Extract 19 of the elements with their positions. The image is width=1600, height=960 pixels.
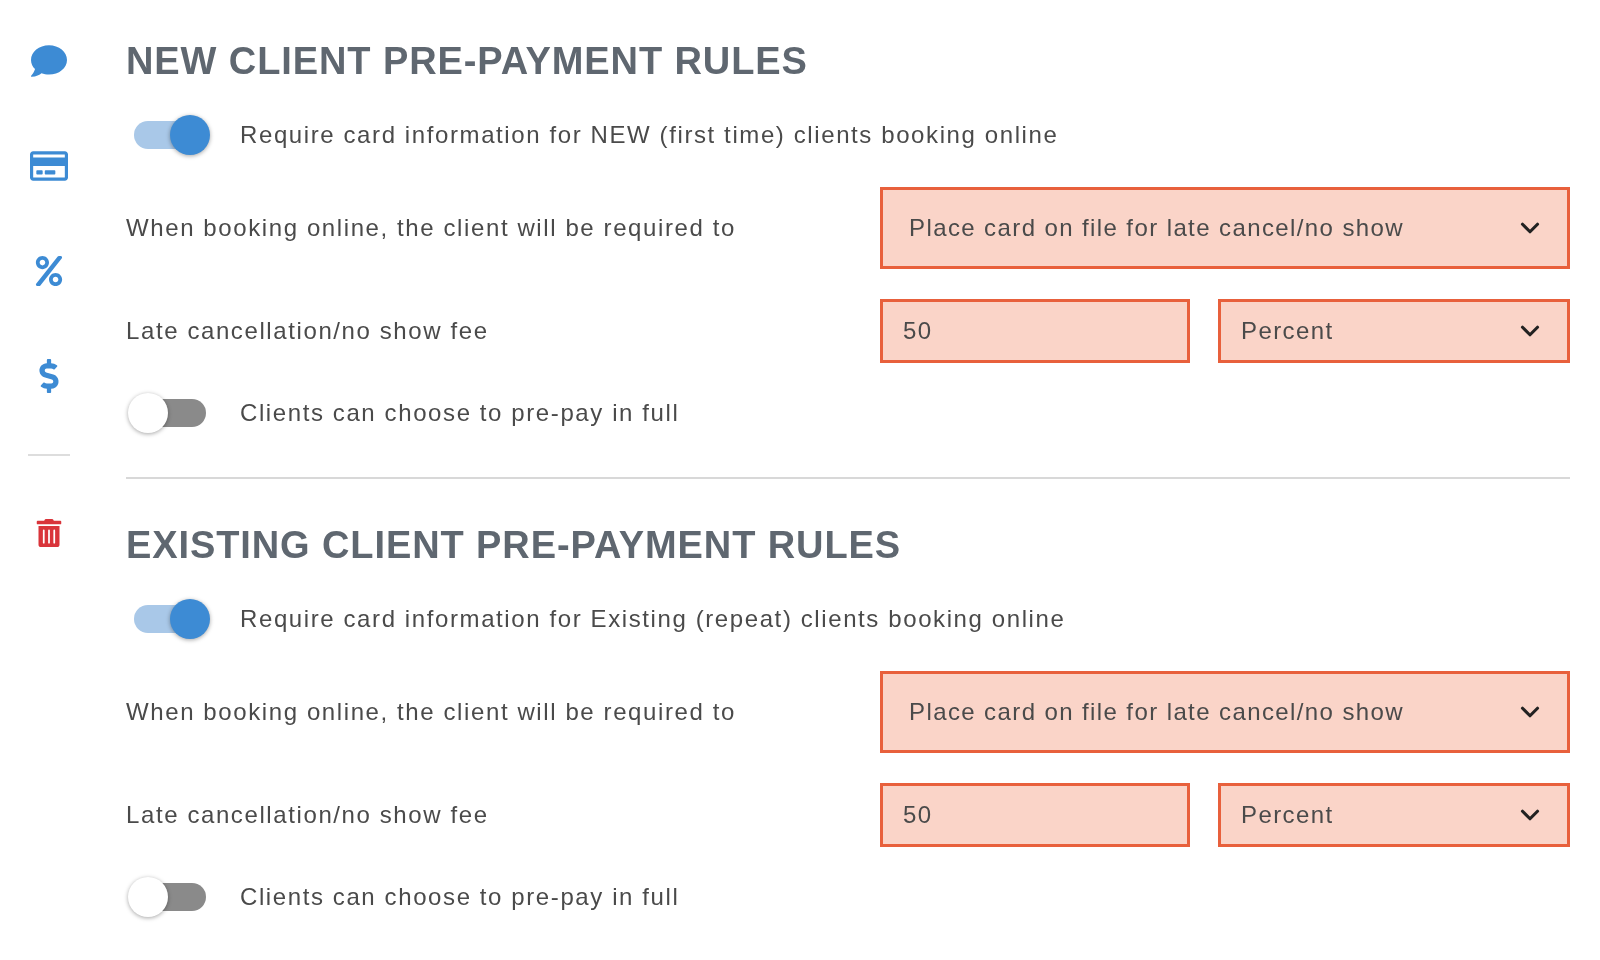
- field-label: Late cancellation/no show fee: [126, 317, 489, 345]
- toggle-label: Clients can choose to pre-pay in full: [240, 399, 680, 427]
- percent-icon[interactable]: [34, 255, 64, 286]
- trash-icon[interactable]: [35, 519, 63, 547]
- input-field[interactable]: 50: [880, 783, 1190, 847]
- section-title: EXISTING CLIENT PRE-PAYMENT RULES: [126, 523, 902, 567]
- toggle-label: Clients can choose to pre-pay in full: [240, 883, 680, 911]
- toggle-label: Require card information for NEW (first time) clients booking online: [240, 121, 1059, 149]
- field-label: When booking online, the client will be required to: [126, 214, 736, 242]
- toggle-label: Require card information for Existing (repeat) clients booking online: [240, 605, 1066, 633]
- section-title: NEW CLIENT PRE-PAYMENT RULES: [126, 39, 809, 83]
- dropdown[interactable]: Place card on file for late cancel/no show: [880, 187, 1570, 269]
- input-field[interactable]: 50: [880, 299, 1190, 363]
- field-label: Late cancellation/no show fee: [126, 801, 489, 829]
- chat-bubble-icon[interactable]: [31, 42, 67, 79]
- dropdown[interactable]: Place card on file for late cancel/no show: [880, 671, 1570, 753]
- dropdown[interactable]: Percent: [1218, 299, 1570, 363]
- field-label: When booking online, the client will be required to: [126, 698, 736, 726]
- dropdown[interactable]: Percent: [1218, 783, 1570, 847]
